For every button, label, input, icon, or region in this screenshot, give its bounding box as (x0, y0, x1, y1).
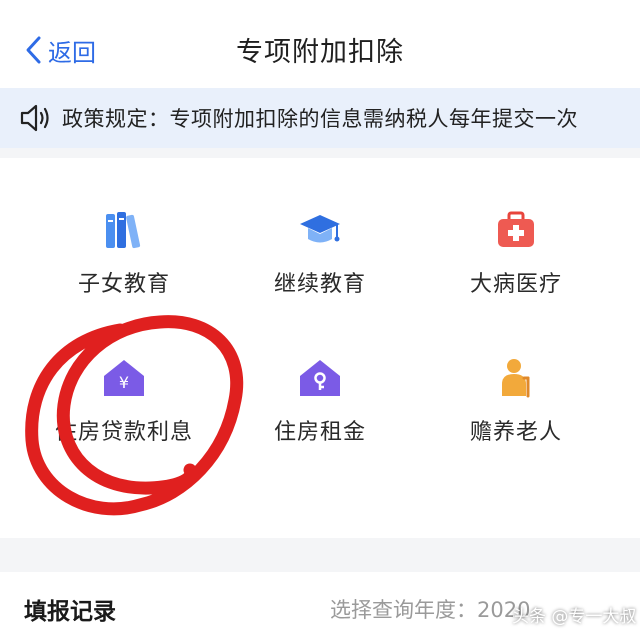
page-title: 专项附加扣除 (236, 37, 404, 68)
elderly-person-icon (492, 354, 540, 402)
watermark: 头条 @专一大叔 (512, 607, 637, 627)
tile-label: 赡养老人 (469, 420, 562, 445)
records-title: 填报记录 (24, 599, 116, 625)
tile-elderly-support[interactable]: 赡养老人 (416, 354, 616, 464)
graduation-cap-icon (296, 206, 344, 254)
tile-continuing-education[interactable]: 继续教育 (220, 206, 420, 316)
tile-label: 子女教育 (77, 272, 170, 297)
house-yuan-icon: ¥ (100, 354, 148, 402)
house-key-icon (296, 354, 344, 402)
year-label: 选择查询年度： (330, 598, 477, 622)
tile-label: 住房租金 (273, 420, 366, 445)
nav-bar: 返回 专项附加扣除 (0, 0, 640, 88)
tile-housing-rent[interactable]: 住房租金 (220, 354, 420, 464)
tile-label: 继续教育 (273, 272, 366, 297)
tile-serious-illness[interactable]: 大病医疗 (416, 206, 616, 316)
tile-label: 住房贷款利息 (54, 420, 193, 445)
year-selector[interactable]: 选择查询年度：2020 (330, 594, 530, 624)
tile-label: 大病医疗 (469, 272, 562, 297)
svg-text:¥: ¥ (119, 373, 129, 392)
notice-text: 政策规定：专项附加扣除的信息需纳税人每年提交一次 (62, 107, 578, 131)
medical-kit-icon (492, 206, 540, 254)
tile-housing-loan-interest[interactable]: ¥ 住房贷款利息 (24, 354, 224, 464)
tile-children-education[interactable]: 子女教育 (24, 206, 224, 316)
policy-notice: 政策规定：专项附加扣除的信息需纳税人每年提交一次 (0, 88, 640, 148)
deduction-grid: 子女教育 继续教育 大病医疗 ¥ 住房贷款利息 住房租金 赡养老人 (0, 158, 640, 538)
speaker-icon (20, 104, 49, 132)
books-icon (100, 206, 148, 254)
